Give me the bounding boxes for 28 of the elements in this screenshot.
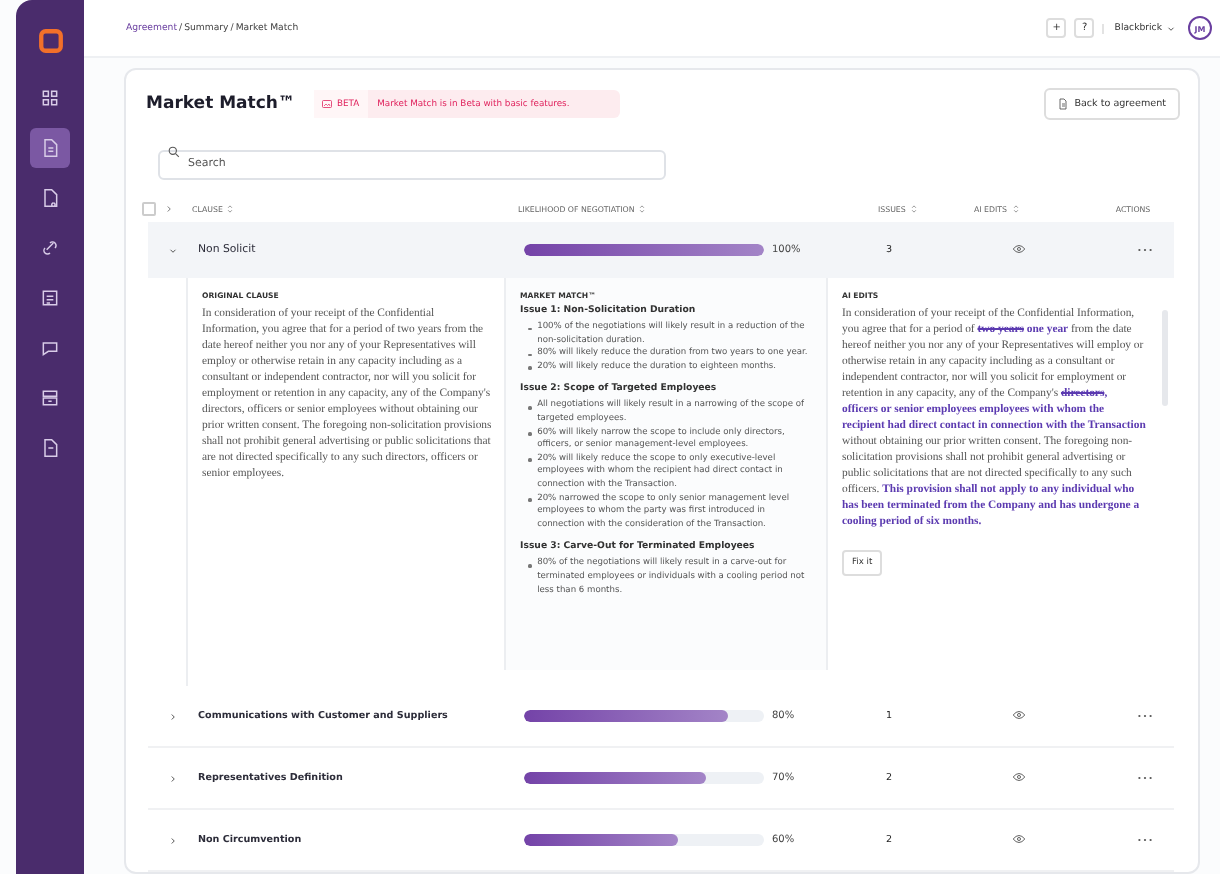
search-icon [168,145,180,157]
chevron-down-icon[interactable] [1166,23,1176,33]
sidebar-item[interactable] [30,128,70,168]
expand-all-icon[interactable] [164,203,174,213]
logo-icon [37,28,63,54]
archive-icon[interactable] [40,388,60,408]
sort-icon[interactable] [226,203,235,213]
image-icon [322,100,333,108]
sort-icon[interactable] [909,203,918,213]
eye-icon[interactable] [1012,709,1026,719]
document-icon[interactable] [40,138,60,158]
eye-icon[interactable] [1012,833,1026,843]
chevron-icon[interactable] [168,245,178,255]
sort-icon[interactable] [638,203,647,213]
grid-icon[interactable] [40,88,60,108]
chat-icon[interactable] [40,338,60,358]
chevron-icon[interactable] [168,835,178,845]
document-user-icon[interactable] [40,188,60,208]
select-all-checkbox[interactable] [142,201,156,215]
chevron-icon[interactable] [168,711,178,721]
link-icon[interactable] [40,238,60,258]
page-title: Market Match™ [146,94,295,114]
list-icon[interactable] [40,288,60,308]
chevron-icon[interactable] [168,773,178,783]
eye-icon[interactable] [1012,243,1026,253]
document-icon [1058,98,1069,110]
document-icon[interactable] [40,438,60,458]
eye-icon[interactable] [1012,771,1026,781]
